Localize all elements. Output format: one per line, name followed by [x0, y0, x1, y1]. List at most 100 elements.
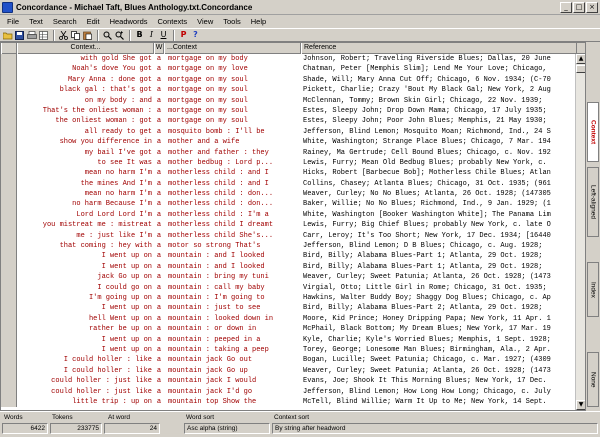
column-right-context[interactable]: ...Context — [164, 43, 301, 54]
scroll-thumb[interactable] — [576, 65, 585, 73]
table-row[interactable]: jack Go up on a mountain : bring my tuni We… — [1, 272, 585, 283]
row-marker — [1, 116, 17, 127]
reference-cell: Virgial, Otto; Little Girl in Rome; Chic… — [303, 283, 547, 292]
status-words: Words 6422 — [2, 413, 48, 437]
left-context-cell: show you difference in — [59, 138, 152, 147]
table-row[interactable]: my bail I've got a mother and father : the… — [1, 147, 585, 158]
table-row[interactable]: the onliest woman : got a mortgage on my s… — [1, 116, 585, 127]
find-icon[interactable] — [102, 30, 113, 41]
headword-cell: a — [156, 179, 162, 188]
table-row[interactable]: with gold She got a mortgage on my body Joh… — [1, 54, 585, 65]
row-marker — [1, 220, 17, 231]
left-context-cell: I went up on — [101, 252, 152, 261]
bold-icon[interactable]: B — [134, 30, 145, 41]
right-context-cell: motor so strong That's — [168, 242, 261, 251]
table-row[interactable]: no harm Because I'm a motherless child : d… — [1, 199, 585, 210]
column-headword[interactable]: W — [154, 43, 164, 54]
table-row[interactable]: I could holler : like a mountain jack Go o… — [1, 355, 585, 366]
menu-text[interactable]: Text — [24, 17, 48, 26]
left-context-cell: I'm going up on — [88, 293, 152, 302]
table-row[interactable]: I went up on a mountain : just to see Bird,… — [1, 303, 585, 314]
table-row[interactable]: I went up on a mountain : and I looked Bird… — [1, 251, 585, 262]
menu-help[interactable]: Help — [246, 17, 271, 26]
table-row[interactable]: I went up on a mountain : peeped in a Kyle,… — [1, 334, 585, 345]
table-row[interactable]: all ready to get a mosquito bomb : I'll be… — [1, 126, 585, 138]
table-row[interactable]: I went up on a mountain : taking a peep Tor… — [1, 344, 585, 356]
table-row[interactable]: that coming : hey with a motor so strong T… — [1, 241, 585, 252]
status-words-label: Words — [4, 414, 23, 421]
table-row[interactable]: I went up on a mountain : and I looked Bird… — [1, 261, 585, 273]
reference-cell: McClennan, Tommy; Brown Skin Girl; Chica… — [303, 96, 543, 105]
table-row[interactable]: Noah's dove You got a mortgage on my love C… — [1, 64, 585, 75]
table-row[interactable]: to see It was a mother bedbug : Lord p... L… — [1, 157, 585, 169]
grid-header: Context... W ...Context Reference — [1, 43, 585, 54]
minimize-button[interactable]: _ — [560, 1, 572, 13]
column-left-context[interactable]: Context... — [17, 43, 154, 54]
find-next-icon[interactable] — [114, 30, 125, 41]
left-context-cell: the onliest woman : got — [55, 117, 152, 126]
menu-search[interactable]: Search — [48, 17, 82, 26]
table-row[interactable]: you mistreat me : mistreat a motherless ch… — [1, 220, 585, 231]
tab-none[interactable]: None — [587, 352, 599, 407]
table-row[interactable]: black gal : that's got a mortgage on my so… — [1, 85, 585, 96]
left-context-cell: I went up on — [101, 304, 152, 313]
left-context-cell: I went up on — [101, 335, 152, 344]
reference-cell: Bird, Billy; Alabama Blues-Part 1; Atlan… — [303, 252, 543, 261]
help-icon[interactable]: ? — [190, 30, 201, 41]
paste-icon[interactable] — [82, 30, 93, 41]
menu-headwords[interactable]: Headwords — [105, 17, 153, 26]
reference-cell: Shade, Will; Mary Anna Cut Off; Chicago,… — [303, 75, 551, 84]
cut-icon[interactable] — [58, 30, 69, 41]
left-context-cell: on my body : and — [84, 96, 152, 105]
menu-file[interactable]: File — [2, 17, 24, 26]
menu-tools[interactable]: Tools — [218, 17, 246, 26]
table-row[interactable]: show you difference in a mother and a wife… — [1, 137, 585, 148]
menu-view[interactable]: View — [192, 17, 218, 26]
tab-index[interactable]: Index — [587, 262, 599, 317]
tab-left-aligned[interactable]: Left-aligned — [587, 167, 599, 237]
table-row[interactable]: I could holler : like a mountain jack Go u… — [1, 365, 585, 377]
row-marker — [1, 126, 17, 138]
p-icon[interactable]: P — [178, 30, 189, 41]
concordance-grid[interactable]: Context... W ...Context Reference with g… — [0, 42, 586, 411]
headword-cell: a — [156, 283, 162, 292]
table-row[interactable]: me : just like I'm a motherless child She'… — [1, 230, 585, 242]
open-icon[interactable] — [2, 30, 13, 41]
table-row[interactable]: I could go on a mountain : call my baby Vir… — [1, 282, 585, 293]
maximize-button[interactable]: □ — [573, 1, 585, 13]
table-row[interactable]: hell Went up on a mountain : looked down i… — [1, 313, 585, 325]
italic-icon[interactable]: I — [146, 30, 157, 41]
table-row[interactable]: I'm going up on a mountain : I'm going to H… — [1, 292, 585, 304]
vertical-scrollbar[interactable]: ▲ ▼ — [575, 54, 585, 410]
table-row[interactable]: little trip : up on a mountain top Show th… — [1, 396, 585, 408]
print-icon[interactable] — [26, 30, 37, 41]
column-reference[interactable]: Reference — [301, 43, 577, 54]
table-row[interactable]: mean no harm I'm a motherless child : don.… — [1, 189, 585, 200]
table-row[interactable]: mean no harm I'm a motherless child : and … — [1, 168, 585, 179]
menu-contexts[interactable]: Contexts — [153, 17, 193, 26]
grid-icon[interactable] — [38, 30, 49, 41]
table-row[interactable]: Lord Lord Lord I'm a motherless child : I'… — [1, 209, 585, 221]
underline-icon[interactable]: U — [158, 30, 169, 41]
headword-cell: a — [156, 127, 162, 136]
copy-icon[interactable] — [70, 30, 81, 41]
table-row[interactable]: the mines And I'm a motherless child : and… — [1, 178, 585, 190]
table-row[interactable]: could holler : just like a mountain jack I… — [1, 376, 585, 387]
menu-edit[interactable]: Edit — [82, 17, 105, 26]
scroll-down-icon[interactable]: ▼ — [576, 400, 585, 410]
table-row[interactable]: could holler : just like a mountain jack I… — [1, 386, 585, 397]
table-row[interactable]: rather be up on a mountain : or down in McP… — [1, 324, 585, 335]
scroll-up-icon[interactable]: ▲ — [576, 54, 585, 64]
left-context-cell: no harm Because I'm — [72, 200, 152, 209]
title-bar: Concordance - Michael Taft, Blues Anthol… — [0, 0, 600, 15]
tab-context[interactable]: Context — [587, 102, 599, 162]
reference-cell: Hicks, Robert [Barbecue Bob]; Motherless… — [303, 169, 551, 178]
close-button[interactable]: × — [586, 1, 598, 13]
table-row[interactable]: Mary Anna : done got a mortgage on my soul… — [1, 74, 585, 86]
status-tokens: Tokens 233775 — [50, 413, 102, 437]
save-icon[interactable] — [14, 30, 25, 41]
left-context-cell: Lord Lord Lord I'm — [76, 210, 152, 219]
reference-cell: Bird, Billy; Alabama Blues-Part 2; Atlan… — [303, 304, 543, 313]
table-row[interactable]: That's the onliest woman : a mortgage on m… — [1, 105, 585, 117]
table-row[interactable]: on my body : and a mortgage on my soul McCl… — [1, 95, 585, 106]
